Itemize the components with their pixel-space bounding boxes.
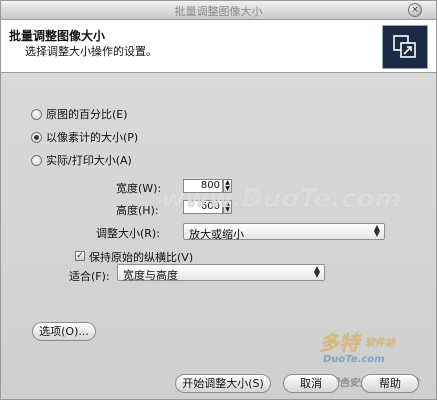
- chevron-updown-icon: ▲ ▼: [313, 264, 320, 279]
- adjust-label: 调整大小(R):: [96, 227, 160, 240]
- header-title: 批量调整图像大小: [9, 29, 106, 43]
- watermark-text: www.DuoTe.com: [161, 184, 402, 214]
- watermark-brand-sub: 软件站: [365, 338, 395, 349]
- fit-select[interactable]: 宽度与高度 ▲ ▼: [117, 264, 325, 282]
- width-label: 宽度(W):: [116, 182, 162, 195]
- height-label: 高度(H):: [116, 204, 159, 217]
- resize-dialog: 批量调整图像大小 × 批量调整图像大小 选择调整大小操作的设置。 原图的百分比(…: [0, 0, 437, 400]
- window-title: 批量调整图像大小: [174, 5, 263, 18]
- watermark-url: DuoTe.com: [323, 354, 385, 365]
- close-button[interactable]: ×: [408, 3, 422, 17]
- options-button[interactable]: 选项(O)...: [32, 322, 96, 341]
- watermark-brand: 多特: [319, 331, 359, 355]
- adjust-select[interactable]: 放大或缩小 ▲ ▼: [183, 223, 385, 241]
- header-subtitle: 选择调整大小操作的设置。: [25, 45, 157, 58]
- chevron-updown-icon: ▲ ▼: [373, 223, 380, 238]
- cancel-button[interactable]: 取消: [283, 374, 339, 393]
- fit-label: 适合(F):: [69, 270, 110, 283]
- radio-percent-dot[interactable]: [31, 108, 42, 120]
- aspect-label: 保持原始的纵横比(V): [89, 251, 194, 264]
- radio-print-label: 实际/打印大小(A): [46, 154, 132, 167]
- aspect-checkbox[interactable]: ✓: [75, 251, 85, 261]
- radio-pixel-label: 以像素计的大小(P): [46, 131, 139, 144]
- title-bar: 批量调整图像大小 ×: [1, 1, 436, 20]
- fit-select-value: 宽度与高度: [123, 269, 178, 282]
- radio-pixel-dot[interactable]: [31, 131, 42, 143]
- radio-print[interactable]: 实际/打印大小(A): [31, 152, 132, 168]
- radio-percent[interactable]: 原图的百分比(E): [31, 106, 128, 122]
- radio-pixel[interactable]: 以像素计的大小(P): [31, 129, 138, 145]
- dialog-header: 批量调整图像大小 选择调整大小操作的设置。: [1, 20, 436, 73]
- radio-print-dot[interactable]: [31, 154, 42, 166]
- adjust-select-value: 放大或缩小: [189, 228, 244, 241]
- radio-percent-label: 原图的百分比(E): [46, 108, 128, 121]
- resize-image-icon: [382, 25, 428, 69]
- start-resize-button[interactable]: 开始调整大小(S): [175, 374, 271, 393]
- help-button[interactable]: 帮助: [361, 374, 419, 393]
